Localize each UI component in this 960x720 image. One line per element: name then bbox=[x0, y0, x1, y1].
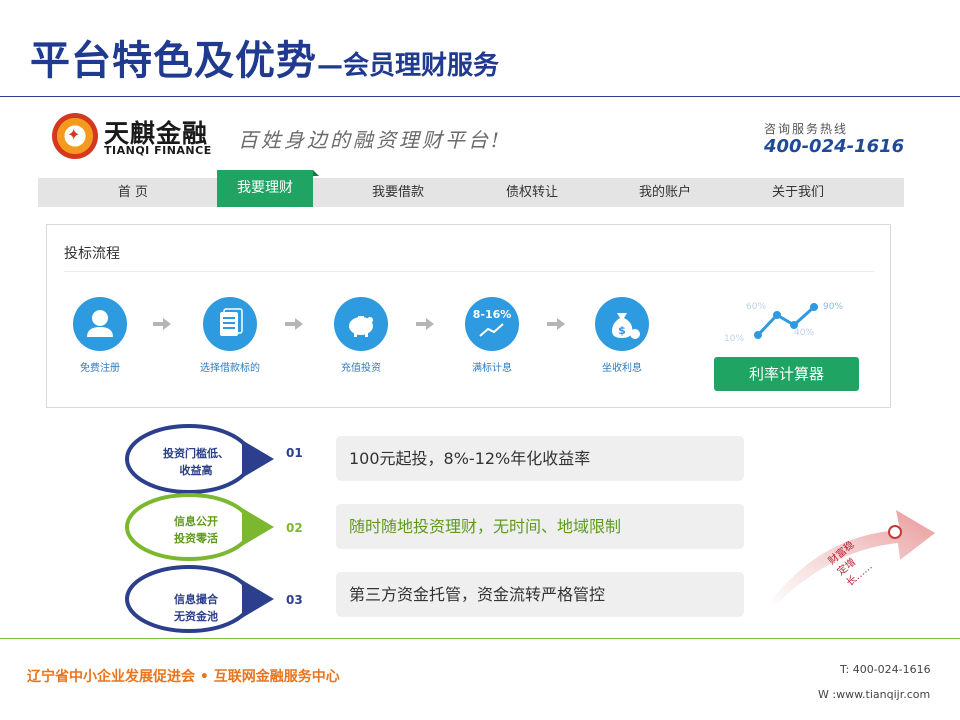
feature-text: 第三方资金托管，资金流转严格管控 bbox=[336, 572, 744, 617]
bubble-text: 无资金池 bbox=[173, 609, 218, 623]
rate-calculator-button[interactable]: 利率计算器 bbox=[714, 357, 859, 391]
bubble-text: 收益高 bbox=[180, 463, 213, 477]
feature-num: 02 bbox=[286, 521, 303, 535]
bubble-text: 信息公开 bbox=[174, 514, 218, 528]
title-main: 平台特色及优势 bbox=[30, 38, 317, 84]
nav-item-invest[interactable]: 我要理财 bbox=[217, 170, 319, 207]
mini-growth-chart: 10% 60% 40% 90% bbox=[724, 302, 843, 344]
main-nav: 首 页 我要借款 债权转让 我的账户 关于我们 bbox=[38, 178, 904, 207]
nav-item-borrow[interactable]: 我要借款 bbox=[356, 178, 440, 207]
logo-icon: ✦ bbox=[52, 113, 98, 159]
step-label: 选择借款标的 bbox=[200, 363, 260, 374]
bubble-text: 信息撮合 bbox=[174, 592, 219, 606]
document-list-icon bbox=[203, 297, 257, 351]
mini-chart-label: 40% bbox=[794, 328, 814, 338]
feature-num: 03 bbox=[286, 593, 303, 607]
feature-num: 01 bbox=[286, 446, 303, 460]
slogan: 百姓身边的融资理财平台! bbox=[238, 128, 503, 152]
step-label: 坐收利息 bbox=[602, 363, 642, 374]
feature-bubble-01: 投资门槛低、 收益高 bbox=[125, 424, 274, 494]
feature-text: 100元起投，8%-12%年化收益率 bbox=[336, 436, 744, 481]
mini-chart-label: 10% bbox=[724, 334, 744, 344]
logo-name-en: TIANQI FINANCE bbox=[104, 144, 212, 157]
mini-chart-label: 60% bbox=[746, 302, 766, 312]
title-sub: 会员理财服务 bbox=[343, 51, 500, 81]
step-full-interest[interactable]: 8-16% 满标计息 bbox=[432, 297, 552, 374]
user-icon bbox=[73, 297, 127, 351]
hotline-label: 咨询服务热线 bbox=[764, 122, 849, 136]
feature-bubble-03: 信息撮合 无资金池 bbox=[125, 565, 274, 633]
nav-item-transfer[interactable]: 债权转让 bbox=[490, 178, 574, 207]
footer-web[interactable]: W :www.tianqijr.com bbox=[818, 688, 930, 701]
step-recharge[interactable]: 充值投资 bbox=[301, 297, 421, 374]
piggy-bank-icon bbox=[334, 297, 388, 351]
footer-tel: T: 400-024-1616 bbox=[840, 663, 931, 676]
step-label: 满标计息 bbox=[472, 363, 512, 374]
slide: 平台特色及优势—会员理财服务 ✦ 天麒金融 TIANQI FINANCE 百姓身… bbox=[0, 0, 960, 720]
feature-bubble-02: 信息公开 投资零活 bbox=[125, 493, 274, 561]
step-label: 充值投资 bbox=[341, 363, 381, 374]
step-label: 免费注册 bbox=[80, 363, 120, 374]
hotline-number[interactable]: 400-024-1616 bbox=[764, 136, 904, 157]
bubble-text: 投资零活 bbox=[174, 531, 218, 545]
footer-org: 辽宁省中小企业发展促进会 • 互联网金融服务中心 bbox=[27, 669, 340, 685]
bid-process-panel: 投标流程 免费注册 选择借款标的 充值投资 8-16% 满标计息 $ 坐收利息 … bbox=[46, 224, 891, 408]
bubble-text: 投资门槛低、 bbox=[163, 446, 229, 460]
nav-item-about[interactable]: 关于我们 bbox=[756, 178, 840, 207]
title-divider bbox=[0, 96, 960, 97]
step-collect-interest[interactable]: $ 坐收利息 bbox=[562, 297, 682, 374]
nav-item-account[interactable]: 我的账户 bbox=[623, 178, 707, 207]
money-bag-icon: $ bbox=[595, 297, 649, 351]
title-dash: — bbox=[317, 51, 343, 81]
arrow-right-icon bbox=[153, 318, 171, 330]
mini-chart-label: 90% bbox=[823, 302, 843, 312]
svg-text:$: $ bbox=[618, 324, 626, 337]
rate-growth-icon: 8-16% bbox=[465, 297, 519, 351]
panel-title: 投标流程 bbox=[64, 246, 120, 262]
panel-divider bbox=[64, 271, 874, 272]
footer-divider bbox=[0, 638, 960, 639]
feature-text: 随时随地投资理财，无时间、地域限制 bbox=[336, 504, 744, 549]
nav-item-home[interactable]: 首 页 bbox=[93, 178, 173, 207]
page-title: 平台特色及优势—会员理财服务 bbox=[30, 28, 499, 86]
step-register[interactable]: 免费注册 bbox=[40, 297, 160, 374]
step-choose-loan[interactable]: 选择借款标的 bbox=[170, 297, 290, 374]
